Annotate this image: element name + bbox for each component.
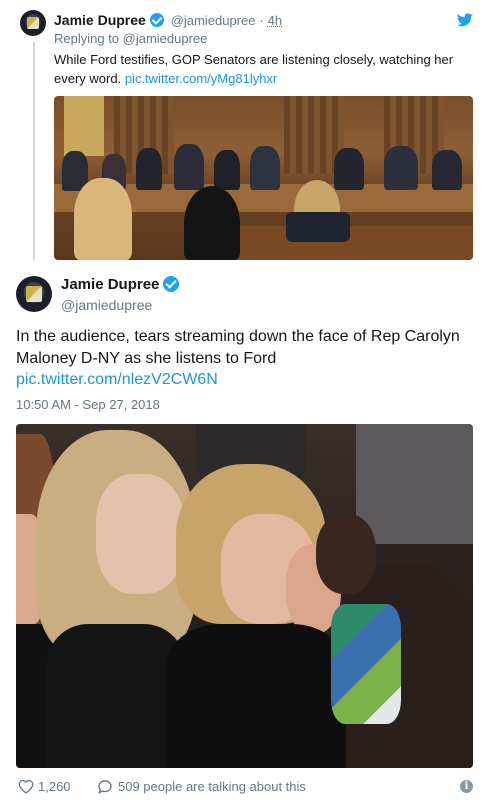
senate-hearing-photo[interactable] [54,96,473,260]
comment-bubble-icon[interactable] [97,779,113,794]
reply-tweet-photo-link[interactable]: pic.twitter.com/yMg81lyhxr [125,71,277,86]
audience-photo[interactable] [16,424,473,768]
reply-author-avatar[interactable] [20,10,46,36]
main-author-name-row[interactable]: Jamie Dupree [61,276,180,293]
main-author-handle[interactable]: @jamiedupree [61,297,152,313]
main-author-name[interactable]: Jamie Dupree [61,276,159,293]
reply-author-handle[interactable]: @jamiedupree [171,13,256,28]
tweet-actions-footer: 1,260 509 people are talking about this … [16,778,474,796]
talking-about-count[interactable]: 509 people are talking about this [118,779,306,794]
main-tweet-photo-link[interactable]: pic.twitter.com/nlezV2CW6N [16,371,218,389]
main-author-avatar[interactable] [16,276,52,312]
info-icon[interactable]: i [460,780,473,793]
header-separator: · [259,13,264,28]
reply-tweet-header: Jamie Dupree @jamiedupree · 4h [54,12,282,28]
like-count[interactable]: 1,260 [38,779,71,794]
photo-flag-shape [64,96,104,156]
reply-author-name[interactable]: Jamie Dupree [54,12,146,28]
reply-tweet-body: While Ford testifies, GOP Senators are l… [54,50,472,88]
reply-tweet-time[interactable]: 4h [268,13,282,28]
twitter-bird-icon[interactable] [457,13,473,27]
main-tweet-text: In the audience, tears streaming down th… [16,328,460,367]
heart-icon[interactable] [18,779,34,794]
verified-badge-icon [149,13,164,27]
verified-badge-icon [163,276,180,292]
main-tweet-timestamp[interactable]: 10:50 AM - Sep 27, 2018 [16,397,160,412]
replying-to-label: Replying to @jamiedupree [54,31,208,46]
thread-connector-line [33,42,35,260]
